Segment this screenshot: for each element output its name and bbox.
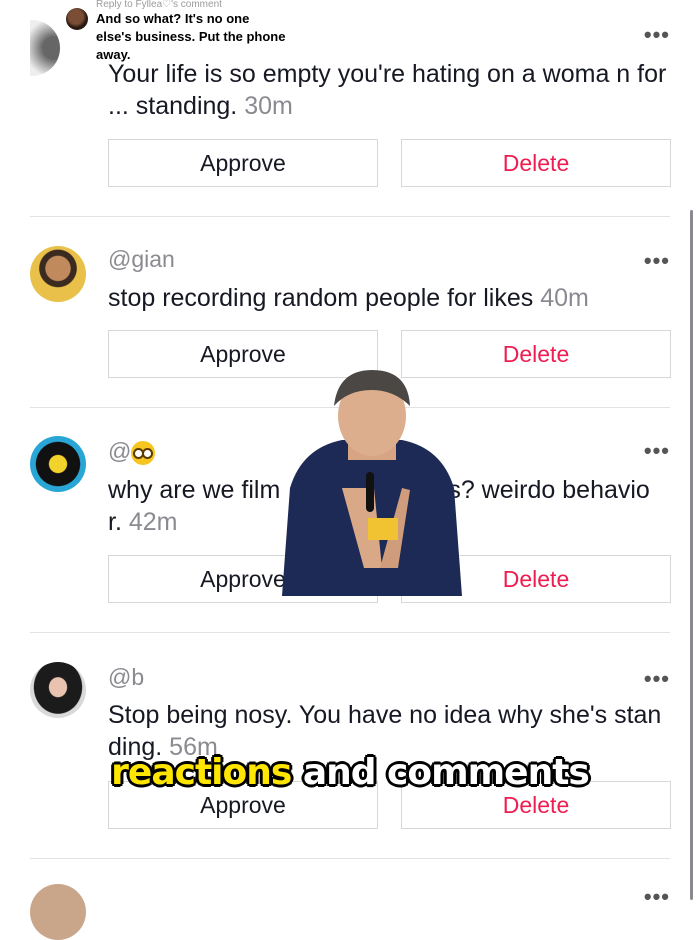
divider	[30, 216, 670, 217]
comment-handle[interactable]: @	[108, 438, 156, 465]
comment-handle[interactable]: @gian	[108, 246, 175, 273]
comment-text: Your life is so empty you're hating on a…	[108, 58, 673, 122]
avatar[interactable]	[30, 662, 86, 718]
comment-time: 30m	[244, 92, 293, 120]
approve-button[interactable]: Approve	[108, 139, 378, 187]
caption-highlight: reactions	[111, 752, 292, 793]
more-options-icon[interactable]: •••	[644, 666, 670, 692]
comment-time: 42m	[128, 508, 178, 536]
more-options-icon[interactable]: •••	[644, 884, 670, 910]
comment-text-right: rs? weirdo behavio	[440, 474, 680, 506]
comment-handle[interactable]: @b	[108, 664, 144, 691]
comment-body: Your life is so empty you're hating on a…	[108, 60, 667, 120]
avatar[interactable]	[30, 884, 86, 940]
delete-button[interactable]: Delete	[401, 139, 671, 187]
avatar[interactable]	[30, 436, 86, 492]
reply-text: And so what? It's no one else's business…	[96, 11, 286, 62]
divider	[30, 858, 670, 859]
comment-body-line2: r.	[108, 508, 122, 536]
scrollbar[interactable]	[690, 210, 693, 900]
creator-overlay-image	[282, 370, 462, 596]
video-caption: reactions and comments	[0, 752, 700, 793]
nerd-face-icon	[131, 440, 156, 465]
avatar	[30, 20, 60, 76]
comment-text: stop recording random people for likes 4…	[108, 282, 673, 314]
handle-text: @	[108, 438, 132, 464]
divider	[30, 632, 670, 633]
avatar[interactable]	[30, 246, 86, 302]
reply-avatar	[66, 8, 88, 30]
caption-rest: and comments	[291, 752, 590, 793]
comment-time: 40m	[540, 284, 589, 312]
more-options-icon[interactable]: •••	[644, 22, 670, 48]
comment-body-right: rs? weirdo behavio	[440, 476, 650, 504]
more-options-icon[interactable]: •••	[644, 248, 670, 274]
comment-body: stop recording random people for likes	[108, 284, 534, 312]
more-options-icon[interactable]: •••	[644, 438, 670, 464]
comment-body-left: why are we film	[108, 476, 281, 504]
